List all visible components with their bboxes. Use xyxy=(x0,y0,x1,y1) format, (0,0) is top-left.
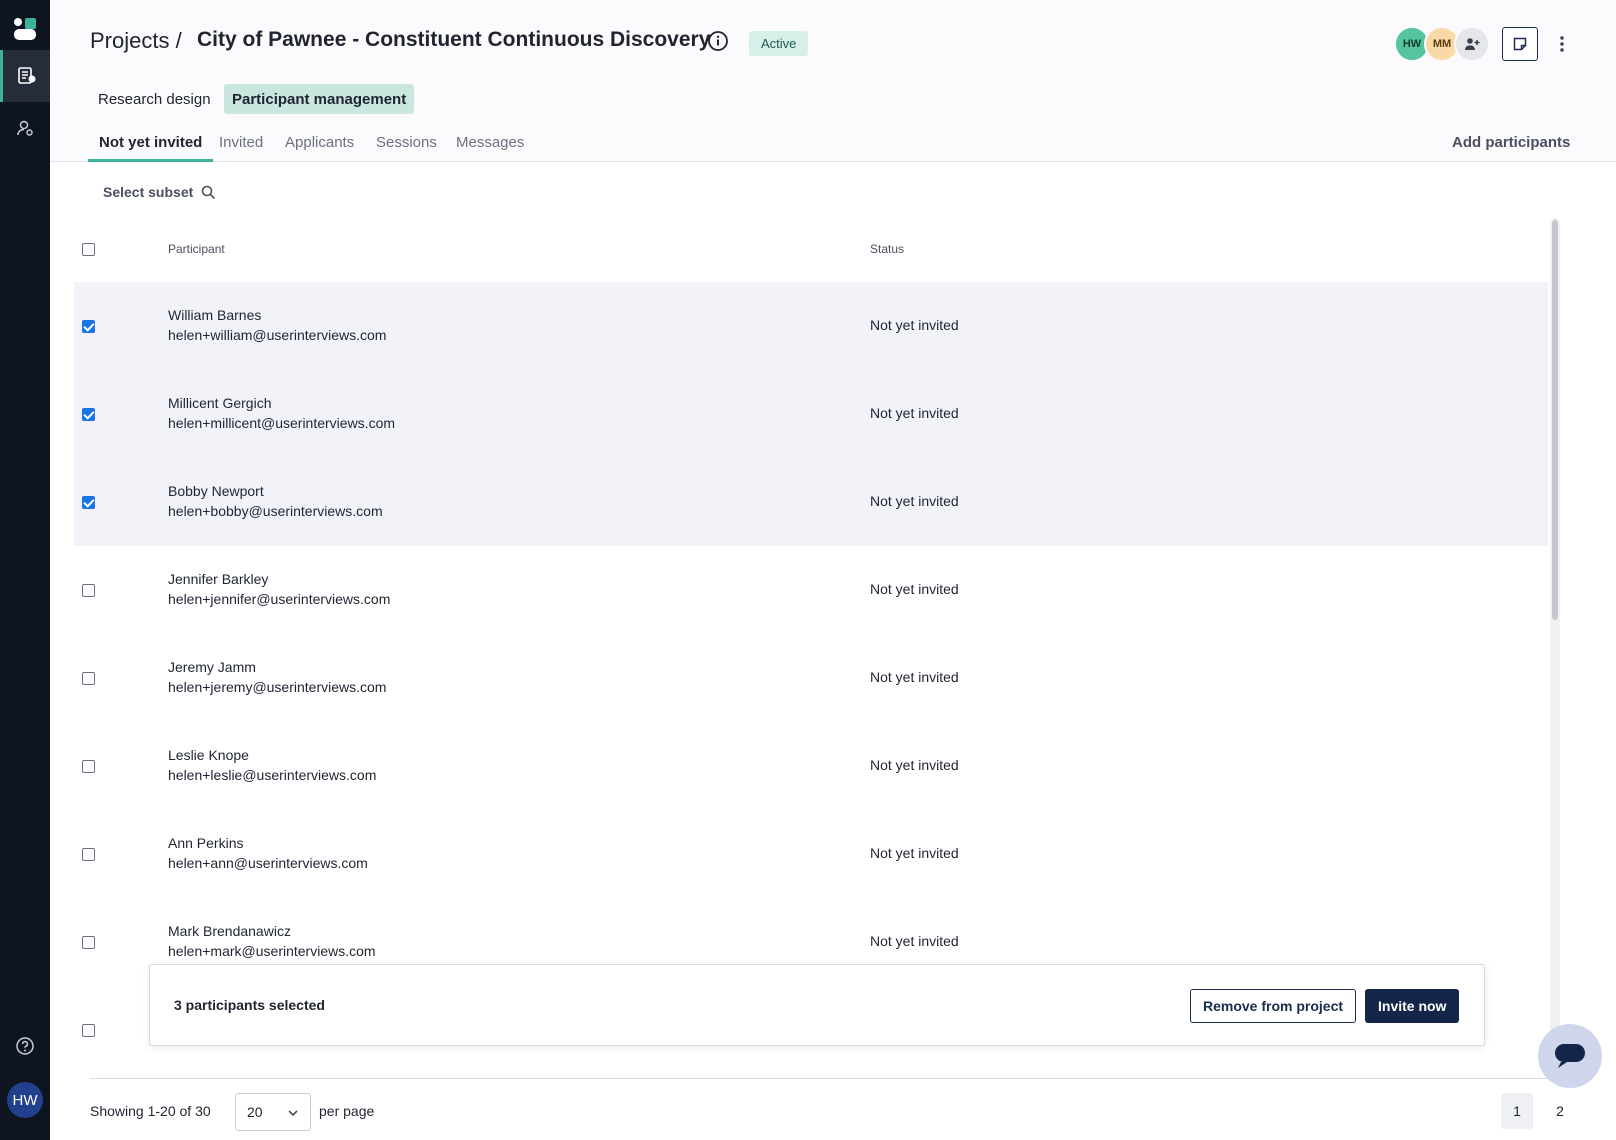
tab-messages[interactable]: Messages xyxy=(456,134,524,162)
participant-status: Not yet invited xyxy=(870,493,959,509)
nav-projects-icon[interactable] xyxy=(0,50,50,102)
per-page-select[interactable]: 20 xyxy=(235,1093,311,1131)
left-rail: HW xyxy=(0,0,50,1140)
column-header-participant[interactable]: Participant xyxy=(168,242,225,256)
participant-status: Not yet invited xyxy=(870,317,959,333)
participant-name: William Barnes xyxy=(168,307,262,323)
remove-from-project-button[interactable]: Remove from project xyxy=(1190,989,1357,1023)
select-subset-button[interactable]: Select subset xyxy=(103,184,216,200)
participant-name: Mark Brendanawicz xyxy=(168,923,291,939)
select-subset-label: Select subset xyxy=(103,184,194,200)
page-title: City of Pawnee - Constituent Continuous … xyxy=(197,28,711,51)
participant-status: Not yet invited xyxy=(870,581,959,597)
participant-name: Jeremy Jamm xyxy=(168,659,256,675)
select-all-checkbox[interactable] xyxy=(82,243,95,256)
chat-icon xyxy=(1555,1044,1585,1068)
participant-email: helen+ann@userinterviews.com xyxy=(168,855,368,871)
collaborator-avatars: HW MM xyxy=(1394,26,1514,62)
participant-name: Leslie Knope xyxy=(168,747,249,763)
info-icon[interactable] xyxy=(707,30,729,52)
tab-invited[interactable]: Invited xyxy=(219,134,263,162)
table-header: Participant Status xyxy=(74,226,1548,274)
table-row[interactable]: Jennifer Barkley helen+jennifer@userinte… xyxy=(74,546,1548,634)
app-logo-icon[interactable] xyxy=(12,16,38,42)
participant-status: Not yet invited xyxy=(870,757,959,773)
table-row[interactable]: Leslie Knope helen+leslie@userinterviews… xyxy=(74,722,1548,810)
row-checkbox[interactable] xyxy=(82,496,95,509)
search-icon xyxy=(201,185,216,199)
participant-list: William Barnes helen+william@userintervi… xyxy=(74,282,1548,1074)
participant-name: Ann Perkins xyxy=(168,835,244,851)
row-checkbox[interactable] xyxy=(82,672,95,685)
participant-name: Jennifer Barkley xyxy=(168,571,269,587)
row-checkbox[interactable] xyxy=(82,320,95,333)
participant-email: helen+millicent@userinterviews.com xyxy=(168,415,396,431)
participant-status: Not yet invited xyxy=(870,845,959,861)
participant-name: Millicent Gergich xyxy=(168,395,272,411)
help-icon[interactable] xyxy=(15,1036,35,1056)
notes-button[interactable] xyxy=(1502,27,1538,61)
pagination-footer: Showing 1-20 of 30 20 per page 1 2 xyxy=(90,1078,1564,1140)
table-row[interactable]: Millicent Gergich helen+millicent@userin… xyxy=(74,370,1548,458)
page-1-button[interactable]: 1 xyxy=(1501,1093,1533,1129)
table-row[interactable]: Ann Perkins helen+ann@userinterviews.com… xyxy=(74,810,1548,898)
invite-now-button[interactable]: Invite now xyxy=(1365,989,1460,1023)
status-badge: Active xyxy=(749,31,809,56)
participant-email: helen+bobby@userinterviews.com xyxy=(168,503,383,519)
participant-email: helen+jeremy@userinterviews.com xyxy=(168,679,387,695)
row-checkbox[interactable] xyxy=(82,936,95,949)
row-checkbox[interactable] xyxy=(82,408,95,421)
breadcrumb-projects[interactable]: Projects / xyxy=(90,28,182,54)
table-row[interactable]: Bobby Newport helen+bobby@userinterviews… xyxy=(74,458,1548,546)
participant-status: Not yet invited xyxy=(870,405,959,421)
table-scrollbar[interactable] xyxy=(1550,218,1560,1080)
participant-email: helen+leslie@userinterviews.com xyxy=(168,767,377,783)
row-checkbox[interactable] xyxy=(82,1024,95,1037)
participant-status: Not yet invited xyxy=(870,933,959,949)
table-row[interactable]: Jeremy Jamm helen+jeremy@userinterviews.… xyxy=(74,634,1548,722)
nav-participants-icon[interactable] xyxy=(0,102,50,154)
participant-status: Not yet invited xyxy=(870,669,959,685)
selection-action-bar: 3 participants selected Remove from proj… xyxy=(149,964,1485,1046)
user-avatar[interactable]: HW xyxy=(7,1082,43,1118)
row-checkbox[interactable] xyxy=(82,848,95,861)
tab-participant-management[interactable]: Participant management xyxy=(224,84,415,114)
note-icon xyxy=(1513,37,1527,51)
participant-email: helen+jennifer@userinterviews.com xyxy=(168,591,391,607)
tab-sessions[interactable]: Sessions xyxy=(376,134,437,162)
add-collaborator-icon[interactable] xyxy=(1454,26,1490,62)
column-header-status[interactable]: Status xyxy=(870,242,904,256)
participant-email: helen+william@userinterviews.com xyxy=(168,327,387,343)
tab-not-yet-invited[interactable]: Not yet invited xyxy=(88,134,214,162)
scrollbar-thumb[interactable] xyxy=(1552,220,1558,620)
per-page-label: per page xyxy=(319,1103,375,1119)
showing-range: Showing 1-20 of 30 xyxy=(90,1103,211,1119)
selected-count: 3 participants selected xyxy=(174,997,325,1013)
chevron-down-icon xyxy=(288,1110,298,1117)
add-participants-button[interactable]: Add participants xyxy=(1452,134,1570,151)
tab-research-design[interactable]: Research design xyxy=(90,84,219,114)
per-page-value: 20 xyxy=(247,1104,263,1120)
participant-name: Bobby Newport xyxy=(168,483,264,499)
more-options-icon[interactable] xyxy=(1554,32,1570,56)
participant-email: helen+mark@userinterviews.com xyxy=(168,943,376,959)
row-checkbox[interactable] xyxy=(82,584,95,597)
project-header: Projects / City of Pawnee - Constituent … xyxy=(50,0,1616,162)
table-row[interactable]: William Barnes helen+william@userintervi… xyxy=(74,282,1548,370)
row-checkbox[interactable] xyxy=(82,760,95,773)
page-2-button[interactable]: 2 xyxy=(1544,1093,1576,1129)
tab-applicants[interactable]: Applicants xyxy=(285,134,354,162)
